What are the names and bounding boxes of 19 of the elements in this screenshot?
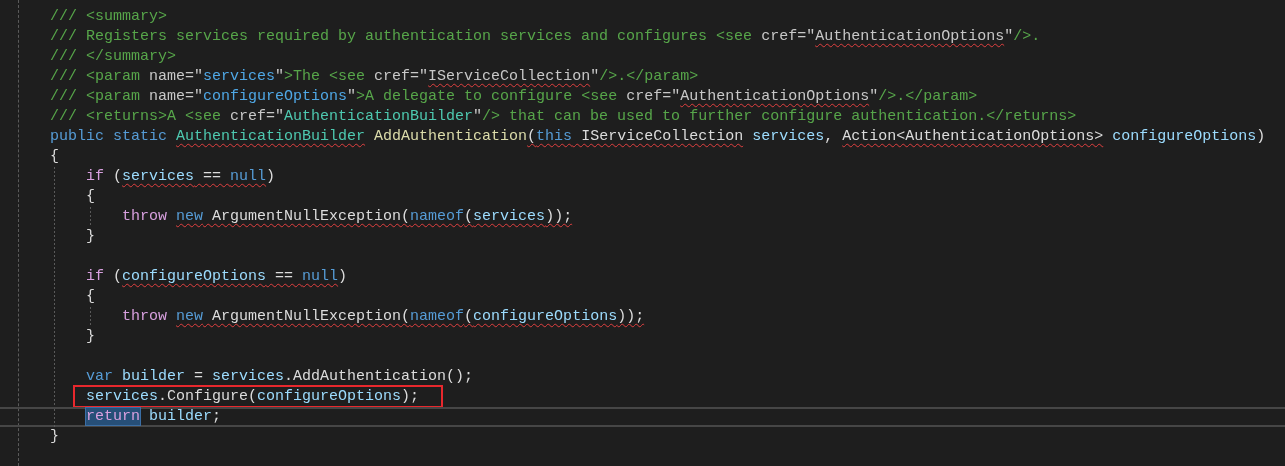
- code-line: {: [86, 188, 95, 205]
- code-line: /// <param name="services">The <see cref="IServiceCollection"/>.</param>: [50, 68, 699, 85]
- code-line: var builder = services.AddAuthentication();: [86, 368, 474, 385]
- code-line: /// <returns>A <see cref="AuthenticationBuilder"/> that can be used to further configure authentication.</returns>: [50, 108, 1077, 125]
- code-line: throw new ArgumentNullException(nameof(services));: [122, 208, 573, 225]
- code-line: public static AuthenticationBuilder AddAuthentication(this IServiceCollection services, Action<AuthenticationOptions> configureOptions): [50, 128, 1266, 145]
- code-line: throw new ArgumentNullException(nameof(configureOptions));: [122, 308, 645, 325]
- code-line: if (services == null): [86, 168, 276, 185]
- code-line: {: [86, 288, 95, 305]
- code-line: /// <param name="configureOptions">A delegate to configure <see cref="AuthenticationOptions"/>.</param>: [50, 88, 978, 105]
- code-line: /// <summary>: [50, 8, 168, 25]
- code-line: }: [50, 428, 59, 445]
- code-line: /// Registers services required by authentication services and configures <see cref="AuthenticationOptions"/>.: [50, 28, 1041, 45]
- code-line: if (configureOptions == null): [86, 268, 348, 285]
- code-line: return builder;: [86, 408, 222, 425]
- code-line: /// </summary>: [50, 48, 177, 65]
- code-line: }: [86, 228, 95, 245]
- code-line: }: [86, 328, 95, 345]
- code-line: {: [50, 148, 59, 165]
